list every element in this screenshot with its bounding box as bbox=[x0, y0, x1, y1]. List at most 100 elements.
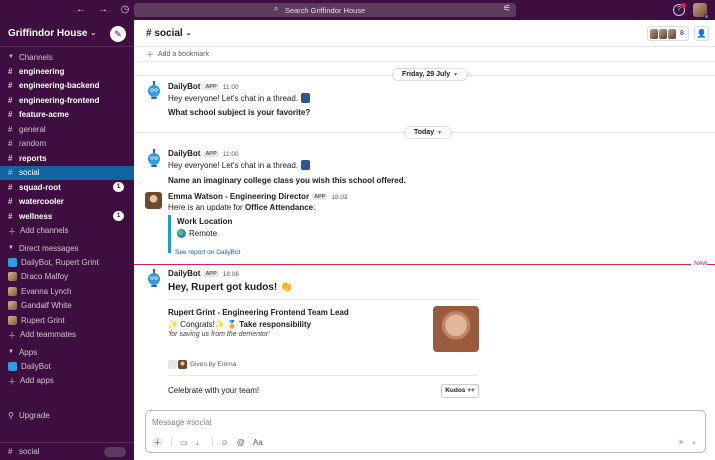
send-button[interactable]: ➤ ▼ bbox=[678, 437, 698, 448]
user-avatar[interactable] bbox=[693, 3, 709, 19]
sidebar-item-engineering-frontend[interactable]: # engineering-frontend bbox=[0, 93, 134, 108]
filter-icon[interactable]: ⚟ bbox=[503, 3, 511, 14]
dailybot-avatar[interactable] bbox=[146, 80, 162, 99]
mention-icon[interactable]: @ bbox=[237, 438, 245, 447]
message-time[interactable]: 18:06 bbox=[223, 271, 239, 278]
member-avatar bbox=[650, 28, 658, 39]
sidebar-item-reports[interactable]: # reports bbox=[0, 151, 134, 166]
kudos-headline: Hey, Rupert got kudos! 👏 bbox=[168, 282, 293, 293]
sidebar-item-squad-root[interactable]: # squad-root 1 bbox=[0, 180, 134, 195]
see-report-link[interactable]: See report on DailyBot bbox=[175, 249, 240, 256]
plus-icon[interactable]: ＋ bbox=[152, 437, 163, 448]
dm-avatar bbox=[8, 315, 17, 325]
back-arrow-icon[interactable]: ← bbox=[74, 3, 88, 17]
channel-name: engineering-frontend bbox=[19, 95, 100, 105]
sidebar-item-engineering[interactable]: # engineering bbox=[0, 64, 134, 79]
message-time[interactable]: 18:03 bbox=[331, 194, 347, 201]
members-button[interactable]: 8 bbox=[647, 26, 689, 41]
forward-arrow-icon[interactable]: → bbox=[96, 3, 110, 17]
sidebar-item-social[interactable]: # social bbox=[0, 165, 134, 180]
date-pill-today[interactable]: Today ▼ bbox=[404, 126, 453, 139]
dm-avatar bbox=[8, 301, 17, 311]
add-bookmark-button[interactable]: ＋ Add a bookmark bbox=[134, 47, 715, 62]
sidebar-dm-item[interactable]: DailyBot, Rupert Grint bbox=[0, 255, 134, 270]
dailybot-avatar[interactable] bbox=[146, 148, 162, 167]
sidebar-dm-item[interactable]: Draco Malfoy bbox=[0, 270, 134, 285]
emma-mini-avatar bbox=[178, 360, 187, 369]
message-composer: ＋ ▭ ♩ ☺ @ Aa ➤▼ bbox=[145, 410, 706, 453]
apps-section-header[interactable]: ▼ Apps bbox=[0, 345, 134, 359]
message-sender[interactable]: DailyBot APP 11:00 bbox=[168, 82, 239, 91]
sidebar-item-watercooler[interactable]: # watercooler bbox=[0, 195, 134, 210]
add-channels-button[interactable]: ＋ Add channels bbox=[0, 224, 134, 239]
upgrade-button[interactable]: ⚲ Upgrade bbox=[8, 411, 50, 420]
channels-section-header[interactable]: ▼ Channels bbox=[0, 50, 134, 64]
card-divider bbox=[168, 375, 478, 376]
dm-name: Evanna Lynch bbox=[21, 286, 72, 296]
microphone-icon[interactable]: ♩ bbox=[196, 438, 204, 447]
huddle-toggle[interactable] bbox=[104, 447, 126, 457]
caret-down-icon: ▼ bbox=[8, 54, 14, 60]
sidebar-dm-item[interactable]: Rupert Grint bbox=[0, 313, 134, 328]
add-member-icon[interactable]: 👤 bbox=[694, 26, 709, 41]
hash-icon: # bbox=[146, 27, 155, 39]
hash-icon: # bbox=[8, 182, 13, 192]
send-icon: ➤ bbox=[677, 437, 686, 447]
format-text-icon[interactable]: Aa bbox=[253, 438, 263, 447]
kudos-plus-button[interactable]: Kudos ++ bbox=[441, 384, 479, 398]
plus-icon: ＋ bbox=[8, 376, 16, 386]
chevron-down-icon: ⌄ bbox=[90, 30, 97, 37]
hash-icon: # bbox=[8, 95, 13, 105]
sidebar-item-engineering-backend[interactable]: # engineering-backend bbox=[0, 79, 134, 94]
new-label: New bbox=[690, 260, 707, 267]
add-apps-button[interactable]: ＋ Add apps bbox=[0, 374, 134, 389]
message-input[interactable] bbox=[152, 416, 652, 428]
unread-badge: 1 bbox=[113, 211, 124, 221]
date-pill-friday[interactable]: Friday, 29 July ▼ bbox=[392, 68, 469, 81]
dm-section-header[interactable]: ▼ Direct messages bbox=[0, 241, 134, 255]
emoji-icon[interactable]: ☺ bbox=[221, 438, 229, 447]
sidebar-item-general[interactable]: # general bbox=[0, 122, 134, 137]
caret-down-icon: ▼ bbox=[8, 349, 14, 355]
sidebar-item-random[interactable]: # random bbox=[0, 137, 134, 152]
add-teammates-button[interactable]: ＋ Add teammates bbox=[0, 328, 134, 343]
dailybot-avatar[interactable] bbox=[146, 268, 162, 287]
compose-icon[interactable]: ✎ bbox=[110, 26, 126, 42]
sidebar-item-dailybot-app[interactable]: DailyBot bbox=[0, 359, 134, 374]
video-icon[interactable]: ▭ bbox=[180, 438, 188, 447]
chevron-down-icon[interactable]: ▼ bbox=[691, 441, 697, 447]
toolbar-separator bbox=[171, 438, 172, 447]
member-avatar bbox=[659, 28, 667, 39]
member-count: 8 bbox=[680, 30, 684, 37]
hash-icon: # bbox=[8, 211, 13, 221]
history-clock-icon[interactable]: ◷ bbox=[118, 3, 132, 17]
message-sender[interactable]: DailyBot APP 18:06 bbox=[168, 269, 239, 278]
message-question: Name an imaginary college class you wish… bbox=[168, 176, 406, 185]
sidebar-item-feature-acme[interactable]: # feature-acme bbox=[0, 108, 134, 123]
toolbar-separator bbox=[211, 438, 213, 447]
celebrate-text: Celebrate with your team! bbox=[168, 386, 260, 395]
sidebar-dm-item[interactable]: Evanna Lynch bbox=[0, 284, 134, 299]
channel-header[interactable]: # social ⌄ 8 👤 bbox=[134, 20, 715, 47]
message-sender[interactable]: Emma Watson - Engineering Director APP 18:… bbox=[168, 192, 348, 201]
dm-avatar bbox=[8, 257, 17, 267]
channel-name: reports bbox=[19, 153, 47, 163]
placeholder-avatar bbox=[168, 360, 177, 369]
message-time[interactable]: 11:00 bbox=[223, 151, 239, 158]
sidebar-item-wellness[interactable]: # wellness 1 bbox=[0, 209, 134, 224]
sidebar-footer[interactable]: # social bbox=[0, 442, 134, 460]
message-sender[interactable]: DailyBot APP 11:00 bbox=[168, 149, 239, 158]
emma-watson-avatar[interactable] bbox=[145, 192, 162, 209]
online-status-icon bbox=[704, 14, 709, 19]
message-time[interactable]: 11:00 bbox=[223, 84, 239, 91]
message-text: Here is an update for Office Attendance: bbox=[168, 203, 316, 212]
message-question: What school subject is your favorite? bbox=[168, 108, 311, 117]
search-bar[interactable]: ⌕ Search Griffindor House ⚟ bbox=[134, 3, 516, 17]
help-icon[interactable]: ? bbox=[673, 3, 686, 16]
plus-icon: ＋ bbox=[8, 226, 16, 236]
plus-icon: ＋ bbox=[146, 49, 154, 59]
message-text: Hey everyone! Let's chat in a thread. bbox=[168, 93, 311, 103]
sidebar-dm-item[interactable]: Gandalf White bbox=[0, 299, 134, 314]
channel-name: general bbox=[19, 124, 46, 134]
quote-value-row: Remote bbox=[177, 229, 232, 238]
